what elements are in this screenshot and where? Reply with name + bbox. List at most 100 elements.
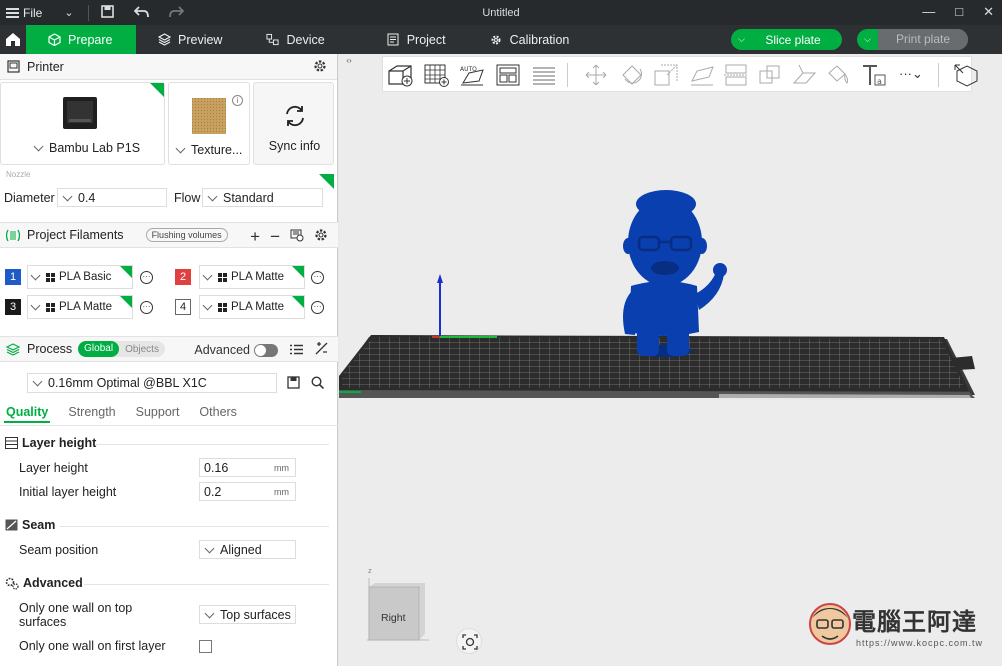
tab-strength[interactable]: Strength <box>62 403 121 425</box>
unit-label: mm <box>274 462 289 473</box>
layer-height-group-title: Layer height <box>5 436 96 450</box>
filament-spool-icon <box>218 302 227 312</box>
filament-slot-number: 2 <box>175 269 191 285</box>
tab-preview-label: Preview <box>178 32 223 47</box>
filament-settings-gear-icon[interactable] <box>314 228 328 245</box>
diameter-value: 0.4 <box>78 190 96 205</box>
maximize-icon[interactable]: □ <box>955 4 963 20</box>
3d-model[interactable] <box>623 190 727 357</box>
layer-height-input[interactable]: 0.16 mm <box>199 458 296 477</box>
close-icon[interactable]: ✕ <box>983 4 994 20</box>
group-divider <box>96 444 329 445</box>
filament-select[interactable]: PLA Matte <box>27 295 133 319</box>
tab-quality[interactable]: Quality <box>0 403 54 425</box>
initial-layer-height-input[interactable]: 0.2 mm <box>199 482 296 501</box>
tab-others[interactable]: Others <box>193 403 243 425</box>
print-plate-button[interactable]: Print plate <box>878 29 968 50</box>
initial-layer-height-label: Initial layer height <box>19 485 117 499</box>
seam-icon <box>5 519 18 531</box>
flow-select[interactable]: Standard <box>202 188 323 207</box>
sync-info-button[interactable]: Sync info <box>253 82 334 165</box>
filament-select[interactable]: PLA Basic <box>27 265 133 289</box>
filament-slot-number: 3 <box>5 299 21 315</box>
more-options-icon[interactable]: ··· <box>140 301 153 314</box>
advanced-label: Advanced <box>194 343 250 357</box>
one-wall-top-label-line1: Only one wall on top <box>19 601 133 615</box>
one-wall-first-layer-checkbox[interactable] <box>199 640 212 653</box>
tab-device-label: Device <box>286 32 325 47</box>
plate-thumbnail <box>192 98 226 134</box>
seam-position-value: Aligned <box>220 542 262 557</box>
tab-prepare[interactable]: Prepare <box>26 25 136 54</box>
diameter-select[interactable]: 0.4 <box>57 188 167 207</box>
hamburger-icon <box>6 7 19 18</box>
flushing-volumes-button[interactable]: Flushing volumes <box>145 228 228 242</box>
chevron-down-icon <box>202 270 213 281</box>
redo-icon[interactable] <box>168 5 184 21</box>
compare-icon[interactable] <box>315 342 328 358</box>
tab-preview[interactable]: Preview <box>136 25 244 54</box>
camera-view-button[interactable] <box>456 628 482 654</box>
global-option[interactable]: Global <box>78 341 120 357</box>
view-cube[interactable]: z Right <box>367 567 429 641</box>
remove-icon[interactable]: − <box>270 228 280 245</box>
plate-name: Texture... <box>191 143 243 157</box>
filament-spool-icon <box>46 272 55 282</box>
objects-option[interactable]: Objects <box>119 344 165 355</box>
chevron-down-icon <box>30 270 41 281</box>
seam-position-select[interactable]: Aligned <box>199 540 296 559</box>
chevron-down-icon <box>62 191 73 201</box>
tab-project[interactable]: Project <box>347 25 468 54</box>
plate-card[interactable]: i Texture... <box>168 82 250 165</box>
advanced-group-label: Advanced <box>23 576 83 590</box>
chevron-down-icon[interactable]: ⌵ <box>857 29 878 50</box>
layer-height-value: 0.16 <box>204 460 229 475</box>
printer-settings-gear-icon[interactable] <box>313 59 327 76</box>
chevron-down-icon <box>33 141 44 152</box>
advanced-toggle[interactable] <box>254 343 278 357</box>
undo-icon[interactable] <box>133 5 149 21</box>
filaments-section-title: Project Filaments <box>27 228 124 242</box>
printer-card[interactable]: Bambu Lab P1S <box>0 82 165 165</box>
more-options-icon[interactable]: ··· <box>311 301 324 314</box>
tab-device[interactable]: Device <box>244 25 346 54</box>
list-icon[interactable] <box>290 342 303 358</box>
slice-plate-button[interactable]: Slice plate <box>752 33 842 47</box>
process-section-header: Process Global Objects Advanced <box>0 336 338 362</box>
minimize-icon[interactable]: — <box>922 4 935 20</box>
one-wall-top-select[interactable]: Top surfaces <box>199 605 296 624</box>
filament-select[interactable]: PLA Matte <box>199 265 305 289</box>
add-icon[interactable]: + <box>250 228 260 245</box>
save-icon[interactable] <box>100 4 114 21</box>
chevron-down-icon[interactable]: ⌄ <box>64 6 73 19</box>
process-section-title: Process <box>27 342 73 356</box>
info-icon[interactable]: i <box>232 95 243 106</box>
home-icon <box>6 33 20 46</box>
layer-height-group-label: Layer height <box>22 436 97 450</box>
tab-calibration[interactable]: Calibration <box>468 25 592 54</box>
more-options-icon[interactable]: ··· <box>140 271 153 284</box>
sync-icon <box>286 105 304 127</box>
file-menu[interactable]: File <box>0 6 42 20</box>
tab-support[interactable]: Support <box>130 403 186 425</box>
settings-panel: Printer Bambu Lab P1S i Texture... Sync … <box>0 54 338 666</box>
seam-group-title: Seam <box>5 518 55 532</box>
search-icon[interactable] <box>311 376 325 392</box>
filament-select[interactable]: PLA Matte <box>199 295 305 319</box>
chevron-down-icon[interactable]: ⌵ <box>731 29 752 50</box>
filaments-section-header: Project Filaments Flushing volumes + − <box>0 222 338 248</box>
diameter-label: Diameter <box>4 191 55 205</box>
more-options-icon[interactable]: ··· <box>311 271 324 284</box>
sync-filament-icon[interactable] <box>290 229 304 245</box>
save-preset-icon[interactable] <box>287 376 300 392</box>
window-controls: — □ ✕ <box>922 4 994 20</box>
printer-thumbnail <box>63 97 97 129</box>
filament-icon <box>6 228 20 242</box>
process-preset-select[interactable]: 0.16mm Optimal @BBL X1C <box>27 373 277 393</box>
build-plate-scene: z Right <box>339 190 975 641</box>
3d-viewport[interactable]: ‹› AUTO a ···⌄ z Right 電腦王阿達 https://www… <box>339 54 1002 666</box>
seam-position-label: Seam position <box>19 543 99 557</box>
global-objects-switch[interactable]: Global Objects <box>78 341 165 357</box>
home-button[interactable] <box>0 25 26 54</box>
one-wall-top-label-line2: surfaces <box>19 615 67 629</box>
